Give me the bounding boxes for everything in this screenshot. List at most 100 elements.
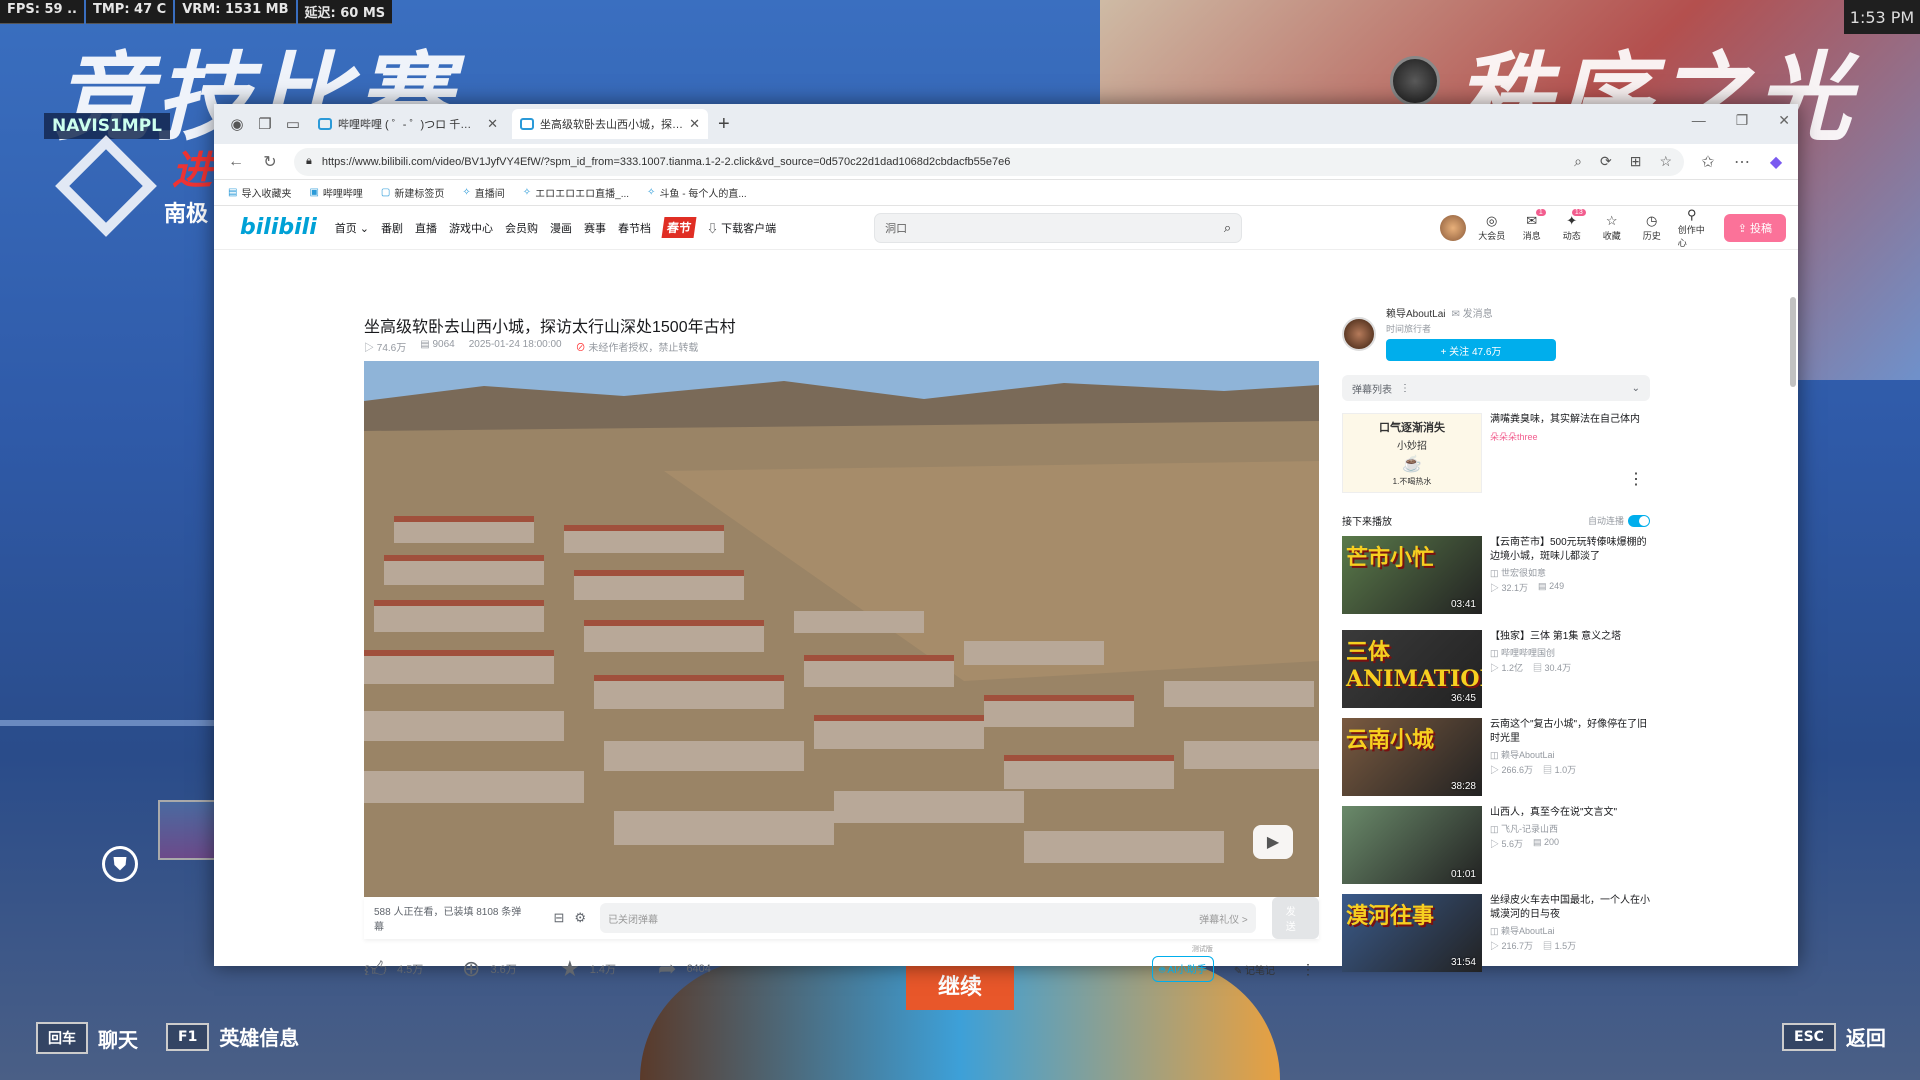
recommendation-item[interactable]: 漠河往事 31:54 坐绿皮火车去中国最北，一个人在小城漠河的日与夜 ◫ 赖导Abou… xyxy=(1342,894,1650,974)
recommendation-item[interactable]: 三体 ANIMATION36:45 【独家】三体 第1集 意义之塔 ◫ 哔哩哔哩国创… xyxy=(1342,630,1650,710)
danmaku-list-toggle[interactable]: 弹幕列表 ⋮ ⌄ xyxy=(1342,375,1650,401)
zoom-icon[interactable]: ⌕ xyxy=(1574,153,1582,170)
bookmark-live[interactable]: ✧ 直播间 xyxy=(462,185,504,200)
coin-button[interactable]: ⊕ 3.6万 xyxy=(462,956,550,982)
nav-anime[interactable]: 番剧 xyxy=(381,220,403,236)
recommendation-author[interactable]: ◫ 世宏很如意 xyxy=(1490,566,1650,579)
copilot-icon[interactable]: ◆ xyxy=(1766,152,1786,172)
uploader-avatar[interactable] xyxy=(1342,317,1376,351)
recommendation-title[interactable]: 云南这个"复古小城"，好像停在了旧时光里 xyxy=(1490,718,1650,746)
search-icon[interactable]: ⌕ xyxy=(1224,220,1231,236)
header-vip[interactable]: ◎ 大会员 xyxy=(1478,213,1506,242)
autoplay-toggle[interactable]: 自动连播 xyxy=(1588,514,1650,527)
danmaku-etiquette-link[interactable]: 弹幕礼仪 > xyxy=(1199,911,1248,926)
tab-actions-icon[interactable]: ▭ xyxy=(282,113,304,135)
follow-button[interactable]: + 关注 47.6万 xyxy=(1386,339,1556,361)
more-menu-icon[interactable]: ⋯ xyxy=(1732,152,1752,172)
restore-icon[interactable]: ❐ xyxy=(1736,112,1749,129)
collections-icon[interactable]: ❐ xyxy=(254,113,276,135)
bookmark-bilibili[interactable]: ▣ 哔哩哔哩 xyxy=(309,185,362,200)
danmaku-input[interactable]: 已关闭弹幕 弹幕礼仪 > xyxy=(600,903,1256,933)
url-field[interactable]: 🔒︎ https://www.bilibili.com/video/BV1Jyf… xyxy=(294,147,1684,176)
recommendation-title[interactable]: 【独家】三体 第1集 意义之塔 xyxy=(1490,630,1621,644)
uploader-name[interactable]: 赖导AboutLai xyxy=(1386,305,1445,320)
recommendation-title[interactable]: 坐绿皮火车去中国最北，一个人在小城漠河的日与夜 xyxy=(1490,894,1650,922)
recommendation-thumbnail[interactable]: 芒市小忙 03:41 xyxy=(1342,536,1482,614)
nav-games[interactable]: 游戏中心 xyxy=(449,220,493,236)
recommendation-author[interactable]: ◫ 哔哩哔哩国创 xyxy=(1490,646,1621,659)
bookmark-newtab[interactable]: ▢ 新建标签页 xyxy=(381,185,444,200)
recommendation-author[interactable]: ◫ 赖导AboutLai xyxy=(1490,748,1650,761)
bookmark-douyu[interactable]: ✧ 斗鱼 - 每个人的直... xyxy=(647,185,747,200)
nav-live[interactable]: 直播 xyxy=(415,220,437,236)
recommendation-item[interactable]: 01:01 山西人，真至今在说"文言文" ◫ 飞凡-记录山西 ▷ 5.6万 ▤ 200 xyxy=(1342,806,1650,886)
header-favorites[interactable]: ☆ 收藏 xyxy=(1598,213,1626,242)
recommendation-item[interactable]: 芒市小忙 03:41 【云南芒市】500元玩转傣味爆棚的边境小城，斑味儿都淡了 ◫ 世… xyxy=(1342,536,1650,616)
hero-portrait[interactable] xyxy=(158,800,216,860)
header-creator[interactable]: ⚲ 创作中心 xyxy=(1678,207,1706,249)
more-vertical-icon[interactable]: ⋮ xyxy=(1628,469,1644,489)
spring-festival-badge[interactable]: 春节 xyxy=(661,217,697,238)
recommendation-thumbnail[interactable]: 三体 ANIMATION36:45 xyxy=(1342,630,1482,708)
bookmark-import[interactable]: ▤ 导入收藏夹 xyxy=(228,185,291,200)
header-dynamic[interactable]: 13 ✦ 动态 xyxy=(1558,209,1586,242)
nav-home[interactable]: 首页 ⌄ xyxy=(335,220,369,236)
header-history[interactable]: ◷ 历史 xyxy=(1638,213,1666,242)
nav-manga[interactable]: 漫画 xyxy=(550,220,572,236)
recommendation-item[interactable]: 云南小城 38:28 云南这个"复古小城"，好像停在了旧时光里 ◫ 赖导AboutLa… xyxy=(1342,718,1650,798)
recommendation-thumbnail[interactable]: 漠河往事 31:54 xyxy=(1342,894,1482,972)
share-button[interactable]: ➦ 6404 xyxy=(658,956,746,982)
bookmark-live2[interactable]: ✧ エロエロエロ直播_... xyxy=(523,185,629,200)
nav-shop[interactable]: 会员购 xyxy=(505,220,538,236)
nav-esports[interactable]: 赛事 xyxy=(584,220,606,236)
play-icon[interactable]: ▶ xyxy=(1253,825,1293,859)
translate-icon[interactable]: ⟳ xyxy=(1600,153,1612,170)
chat-hint[interactable]: 回车 聊天 xyxy=(36,1022,138,1054)
search-input[interactable]: 洞口 ⌕ xyxy=(874,212,1243,243)
tab-bilibili-home[interactable]: 哔哩哔哩 ( ゜- ゜)つロ 千杯~-bilib ✕ xyxy=(310,109,506,139)
back-arrow-icon[interactable]: ← xyxy=(226,153,246,171)
shield-icon[interactable]: ⛊ xyxy=(102,846,138,882)
close-tab-icon[interactable]: ✕ xyxy=(689,116,700,132)
more-vertical-icon[interactable]: ⋮ xyxy=(1301,961,1315,978)
note-button[interactable]: ✎ 记笔记 xyxy=(1234,962,1275,977)
profile-icon[interactable]: ◉ xyxy=(226,113,248,135)
danmaku-toggle-icon[interactable]: ⊟ xyxy=(554,910,565,926)
favorite-star-icon[interactable]: ☆ xyxy=(1659,153,1672,170)
bilibili-icon: ▣ xyxy=(309,187,319,198)
bilibili-logo[interactable]: bilibili xyxy=(240,215,317,240)
send-message-link[interactable]: ✉ 发消息 xyxy=(1451,305,1492,320)
ad-card[interactable]: 口气逐渐消失 小妙招 ☕ 1.不喝热水 满嘴粪臭味，其实解法在自己体内 朵朵朵t… xyxy=(1342,413,1650,493)
favorites-icon[interactable]: ✩ xyxy=(1698,152,1718,172)
back-hint[interactable]: ESC 返回 xyxy=(1782,1022,1886,1051)
like-button[interactable]: 👍︎ 4.5万 xyxy=(364,956,452,983)
recommendation-title[interactable]: 【云南芒市】500元玩转傣味爆棚的边境小城，斑味儿都淡了 xyxy=(1490,536,1650,564)
app-icon[interactable]: ⊞ xyxy=(1630,153,1642,170)
user-avatar[interactable] xyxy=(1439,214,1466,241)
nav-spring[interactable]: 春节档 xyxy=(618,220,651,236)
lock-icon[interactable]: 🔒︎ xyxy=(306,155,312,168)
close-tab-icon[interactable]: ✕ xyxy=(487,116,498,132)
scrollbar[interactable] xyxy=(1790,297,1796,387)
ai-assistant-button[interactable]: 测试版 🤖︎ AI小助手 xyxy=(1152,946,1214,982)
favorite-button[interactable]: ★ 1.4万 xyxy=(560,956,648,982)
recommendation-thumbnail[interactable]: 01:01 xyxy=(1342,806,1482,884)
recommendation-author[interactable]: ◫ 赖导AboutLai xyxy=(1490,924,1650,937)
minimize-icon[interactable]: — xyxy=(1692,112,1706,129)
download-client-link[interactable]: ⇩ 下载客户端 xyxy=(707,220,776,236)
header-messages[interactable]: 1 ✉ 消息 xyxy=(1518,209,1546,242)
recommendation-thumbnail[interactable]: 云南小城 38:28 xyxy=(1342,718,1482,796)
upload-button[interactable]: ⇪ 投稿 xyxy=(1723,213,1786,242)
toggle-switch[interactable] xyxy=(1628,514,1650,527)
refresh-icon[interactable]: ↻ xyxy=(260,152,280,172)
more-vertical-icon[interactable]: ⋮ xyxy=(1400,383,1410,394)
new-tab-icon[interactable]: + xyxy=(718,113,730,136)
recommendation-title[interactable]: 山西人，真至今在说"文言文" xyxy=(1490,806,1617,820)
hero-info-hint[interactable]: F1 英雄信息 xyxy=(166,1022,299,1051)
danmaku-settings-icon[interactable]: ⚙ xyxy=(574,910,586,926)
send-danmaku-button[interactable]: 发送 xyxy=(1271,897,1319,939)
close-window-icon[interactable]: ✕ xyxy=(1778,112,1790,129)
tab-video[interactable]: 坐高级软卧去山西小城，探访太行 ✕ xyxy=(512,109,708,139)
recommendation-author[interactable]: ◫ 飞凡-记录山西 xyxy=(1490,822,1617,835)
video-player[interactable]: ▶ xyxy=(364,361,1319,897)
